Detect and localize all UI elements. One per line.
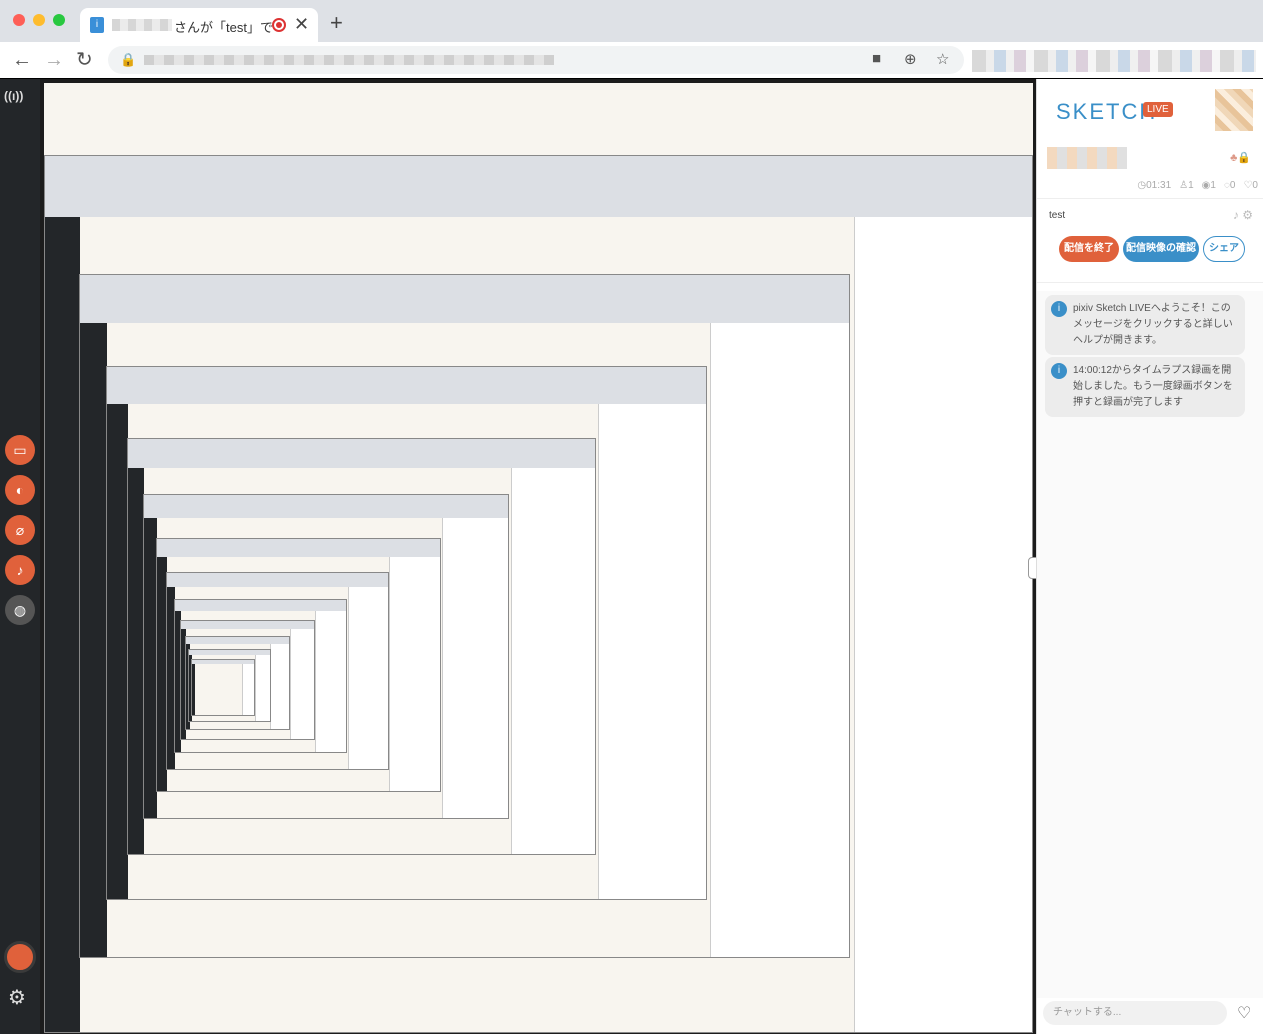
recording-icon [272, 18, 286, 32]
browser-toolbar: ← → ↻ 🔒 ■ ⊕ ☆ [0, 42, 1263, 78]
globe-button[interactable]: ◍ [5, 595, 35, 625]
tool-rail: ((ı)) ▭ ◐ ⌀ ♪ ◍ ⚙ [0, 79, 40, 1034]
settings-gear-icon[interactable]: ⚙ [8, 985, 26, 1010]
chat-message[interactable]: i pixiv Sketch LIVEへようこそ！このメッセージをクリックすると… [1045, 295, 1245, 355]
zoom-icon[interactable]: ⊕ [904, 50, 917, 68]
chat-message-text: 14:00:12からタイムラプス録画を開始しました。もう一度録画ボタンを押すと録… [1073, 365, 1233, 408]
minimize-window-button[interactable] [33, 14, 45, 26]
tab-title-redacted [112, 19, 172, 31]
bookmark-star-icon[interactable]: ☆ [936, 50, 949, 68]
mic-off-button[interactable]: ⌀ [5, 515, 35, 545]
page: ((ı)) ▭ ◐ ⌀ ♪ ◍ ⚙ › SKETCH LIVE ♣🔒 ◷01:3… [0, 79, 1263, 1034]
stream-stats: ◷01:31 ♙1 ◉1 ◌0 ♡0 [1037, 180, 1263, 191]
extensions-redacted [972, 50, 1256, 72]
record-button[interactable] [4, 941, 36, 973]
forward-button[interactable]: → [44, 48, 64, 72]
nested-browser-chrome [127, 439, 595, 469]
nested-browser-chrome [166, 573, 388, 588]
nested-tool-rail [192, 663, 196, 715]
stream-title: test [1049, 210, 1066, 221]
live-badge: LIVE [1143, 102, 1173, 117]
sketch-tool-button[interactable]: ◐ [5, 475, 35, 505]
audio-off-button[interactable]: ♪ [5, 555, 35, 585]
close-window-button[interactable] [13, 14, 25, 26]
view-count: ◉1 [1201, 180, 1216, 191]
stream-canvas [44, 83, 1033, 1033]
viewer-count: ♙1 [1179, 180, 1194, 191]
check-stream-button[interactable]: 配信映像の確認 [1123, 236, 1199, 262]
nested-live-panel [598, 403, 707, 900]
nested-live-panel [389, 557, 441, 791]
nested-live-panel [270, 644, 290, 730]
nested-live-panel [290, 628, 315, 740]
browser-chrome: i さんが「test」で ✕ + ← → ↻ 🔒 ■ ⊕ ☆ [0, 0, 1263, 78]
broadcast-icon: ((ı)) [4, 89, 24, 103]
chat-message[interactable]: i 14:00:12からタイムラプス録画を開始しました。もう一度録画ボタンを押す… [1045, 357, 1245, 417]
user-status-icons: ♣🔒 [1230, 152, 1251, 164]
username-redacted [1047, 147, 1127, 169]
address-bar[interactable]: 🔒 ■ ⊕ ☆ [108, 46, 964, 74]
nested-live-panel [710, 322, 850, 958]
heart-count: ♡0 [1243, 180, 1258, 191]
chat-message-text: pixiv Sketch LIVEへようこそ！このメッセージをクリックすると詳し… [1073, 303, 1233, 346]
comment-count: ◌0 [1223, 180, 1236, 191]
tab-title: さんが「test」で [174, 20, 273, 35]
screen-share-button[interactable]: ▭ [5, 435, 35, 465]
share-button[interactable]: シェア [1203, 236, 1245, 262]
divider [1037, 198, 1263, 199]
maximize-window-button[interactable] [53, 14, 65, 26]
back-button[interactable]: ← [12, 48, 32, 72]
nested-tool-rail [79, 322, 107, 958]
nested-tool-rail [45, 217, 80, 1032]
nested-tool-rail [106, 403, 128, 900]
live-panel: SKETCH LIVE ♣🔒 ◷01:31 ♙1 ◉1 ◌0 ♡0 test ♪… [1036, 79, 1263, 1034]
nested-live-panel [315, 611, 347, 753]
nested-browser-chrome [174, 600, 347, 612]
browser-tab[interactable]: i さんが「test」で ✕ [80, 8, 318, 42]
avatar[interactable] [1215, 89, 1253, 131]
nested-live-panel [254, 654, 270, 722]
pixiv-favicon-icon: i [90, 17, 104, 33]
elapsed-time: ◷01:31 [1137, 180, 1172, 191]
new-tab-button[interactable]: + [330, 12, 343, 34]
reload-button[interactable]: ↻ [76, 48, 93, 72]
nested-browser-chrome [156, 539, 441, 558]
end-broadcast-button[interactable]: 配信を終了 [1059, 236, 1119, 262]
camera-icon[interactable]: ■ [872, 50, 881, 67]
nested-live-panel [511, 468, 595, 854]
nested-capture-frame [191, 658, 256, 716]
nested-live-panel [854, 217, 1032, 1032]
lock-icon: 🔒 [120, 52, 137, 67]
nested-live-panel [442, 518, 509, 819]
nested-browser-chrome [180, 620, 315, 629]
chat-input[interactable]: チャットする... [1043, 1001, 1227, 1025]
tab-close-button[interactable]: ✕ [294, 14, 309, 35]
nested-live-panel [347, 587, 388, 770]
heart-button[interactable]: ♡ [1237, 1003, 1251, 1023]
nested-tool-rail [127, 468, 144, 854]
info-icon: i [1051, 363, 1067, 379]
chat-area: i pixiv Sketch LIVEへようこそ！このメッセージをクリックすると… [1037, 291, 1263, 998]
title-settings-icons[interactable]: ♪ ⚙ [1233, 208, 1253, 222]
nested-browser-chrome [79, 274, 850, 323]
nested-browser-chrome [106, 366, 707, 404]
nested-browser-chrome [144, 495, 509, 519]
recursive-screen-capture [44, 155, 1033, 1033]
nested-live-panel [242, 663, 255, 715]
divider [1037, 282, 1263, 283]
nested-browser-chrome [45, 156, 1032, 217]
nested-browser-chrome [185, 637, 290, 645]
url-redacted [144, 55, 554, 65]
info-icon: i [1051, 301, 1067, 317]
